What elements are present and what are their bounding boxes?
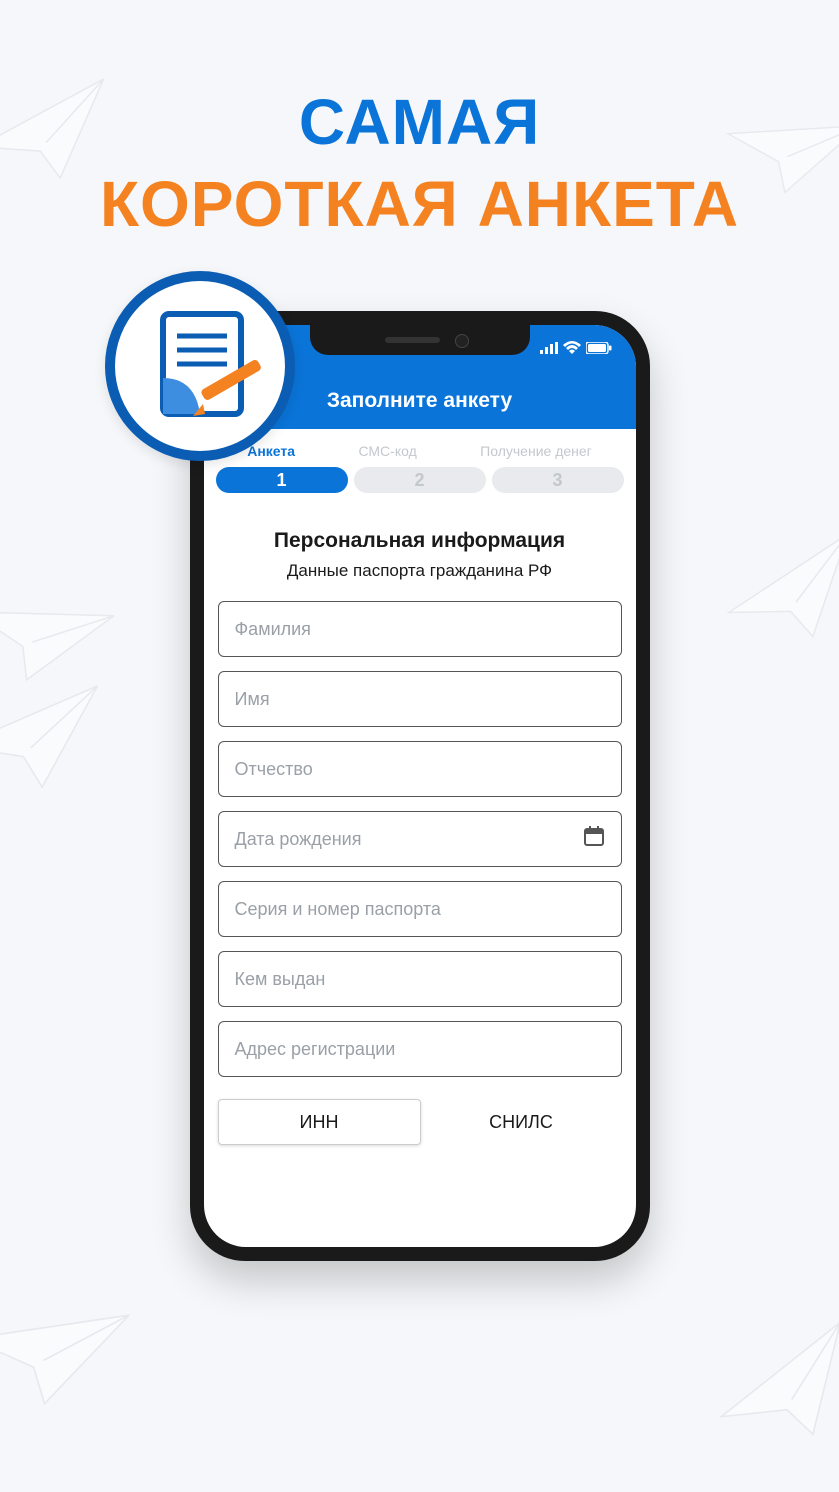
form-area: Фамилия Имя Отчество Дата рождения Серия… bbox=[204, 581, 636, 1099]
tab-snils[interactable]: СНИЛС bbox=[421, 1099, 622, 1145]
step-label-1: Анкета bbox=[247, 443, 295, 459]
form-badge bbox=[105, 271, 295, 461]
issued-by-field[interactable]: Кем выдан bbox=[218, 951, 622, 1007]
step-label-3: Получение денег bbox=[480, 443, 592, 459]
phone-frame: Заполните анкету Анкета СМС-код Получени… bbox=[190, 311, 650, 1261]
marketing-headline: САМАЯ КОРОТКАЯ АНКЕТА bbox=[0, 0, 839, 241]
address-placeholder: Адрес регистрации bbox=[235, 1039, 396, 1060]
passport-placeholder: Серия и номер паспорта bbox=[235, 899, 441, 920]
step-progress: 1 2 3 bbox=[204, 461, 636, 507]
document-pencil-icon bbox=[145, 306, 275, 436]
name-field[interactable]: Имя bbox=[218, 671, 622, 727]
dob-placeholder: Дата рождения bbox=[235, 829, 362, 850]
address-field[interactable]: Адрес регистрации bbox=[218, 1021, 622, 1077]
id-tabs: ИНН СНИЛС bbox=[204, 1099, 636, 1145]
battery-icon bbox=[586, 341, 612, 358]
phone-mockup: Заполните анкету Анкета СМС-код Получени… bbox=[190, 311, 650, 1261]
paper-plane-icon bbox=[0, 673, 115, 806]
paper-plane-icon bbox=[693, 1308, 839, 1475]
surname-field[interactable]: Фамилия bbox=[218, 601, 622, 657]
issued-by-placeholder: Кем выдан bbox=[235, 969, 326, 990]
surname-placeholder: Фамилия bbox=[235, 619, 311, 640]
step-pill-1[interactable]: 1 bbox=[216, 467, 348, 493]
step-pill-3[interactable]: 3 bbox=[492, 467, 624, 493]
section-subtitle: Данные паспорта гражданина РФ bbox=[204, 561, 636, 581]
tab-inn[interactable]: ИНН bbox=[218, 1099, 421, 1145]
step-label-2: СМС-код bbox=[358, 443, 416, 459]
step-pill-2[interactable]: 2 bbox=[354, 467, 486, 493]
patronymic-field[interactable]: Отчество bbox=[218, 741, 622, 797]
signal-icon bbox=[540, 341, 558, 358]
calendar-icon[interactable] bbox=[583, 825, 605, 853]
dob-field[interactable]: Дата рождения bbox=[218, 811, 622, 867]
patronymic-placeholder: Отчество bbox=[235, 759, 313, 780]
name-placeholder: Имя bbox=[235, 689, 270, 710]
passport-field[interactable]: Серия и номер паспорта bbox=[218, 881, 622, 937]
paper-plane-icon bbox=[707, 522, 839, 667]
wifi-icon bbox=[563, 341, 581, 358]
section-title: Персональная информация bbox=[204, 529, 636, 553]
phone-screen: Заполните анкету Анкета СМС-код Получени… bbox=[204, 325, 636, 1247]
phone-notch bbox=[310, 325, 530, 355]
paper-plane-icon bbox=[0, 1278, 139, 1426]
headline-line-1: САМАЯ bbox=[0, 85, 839, 159]
